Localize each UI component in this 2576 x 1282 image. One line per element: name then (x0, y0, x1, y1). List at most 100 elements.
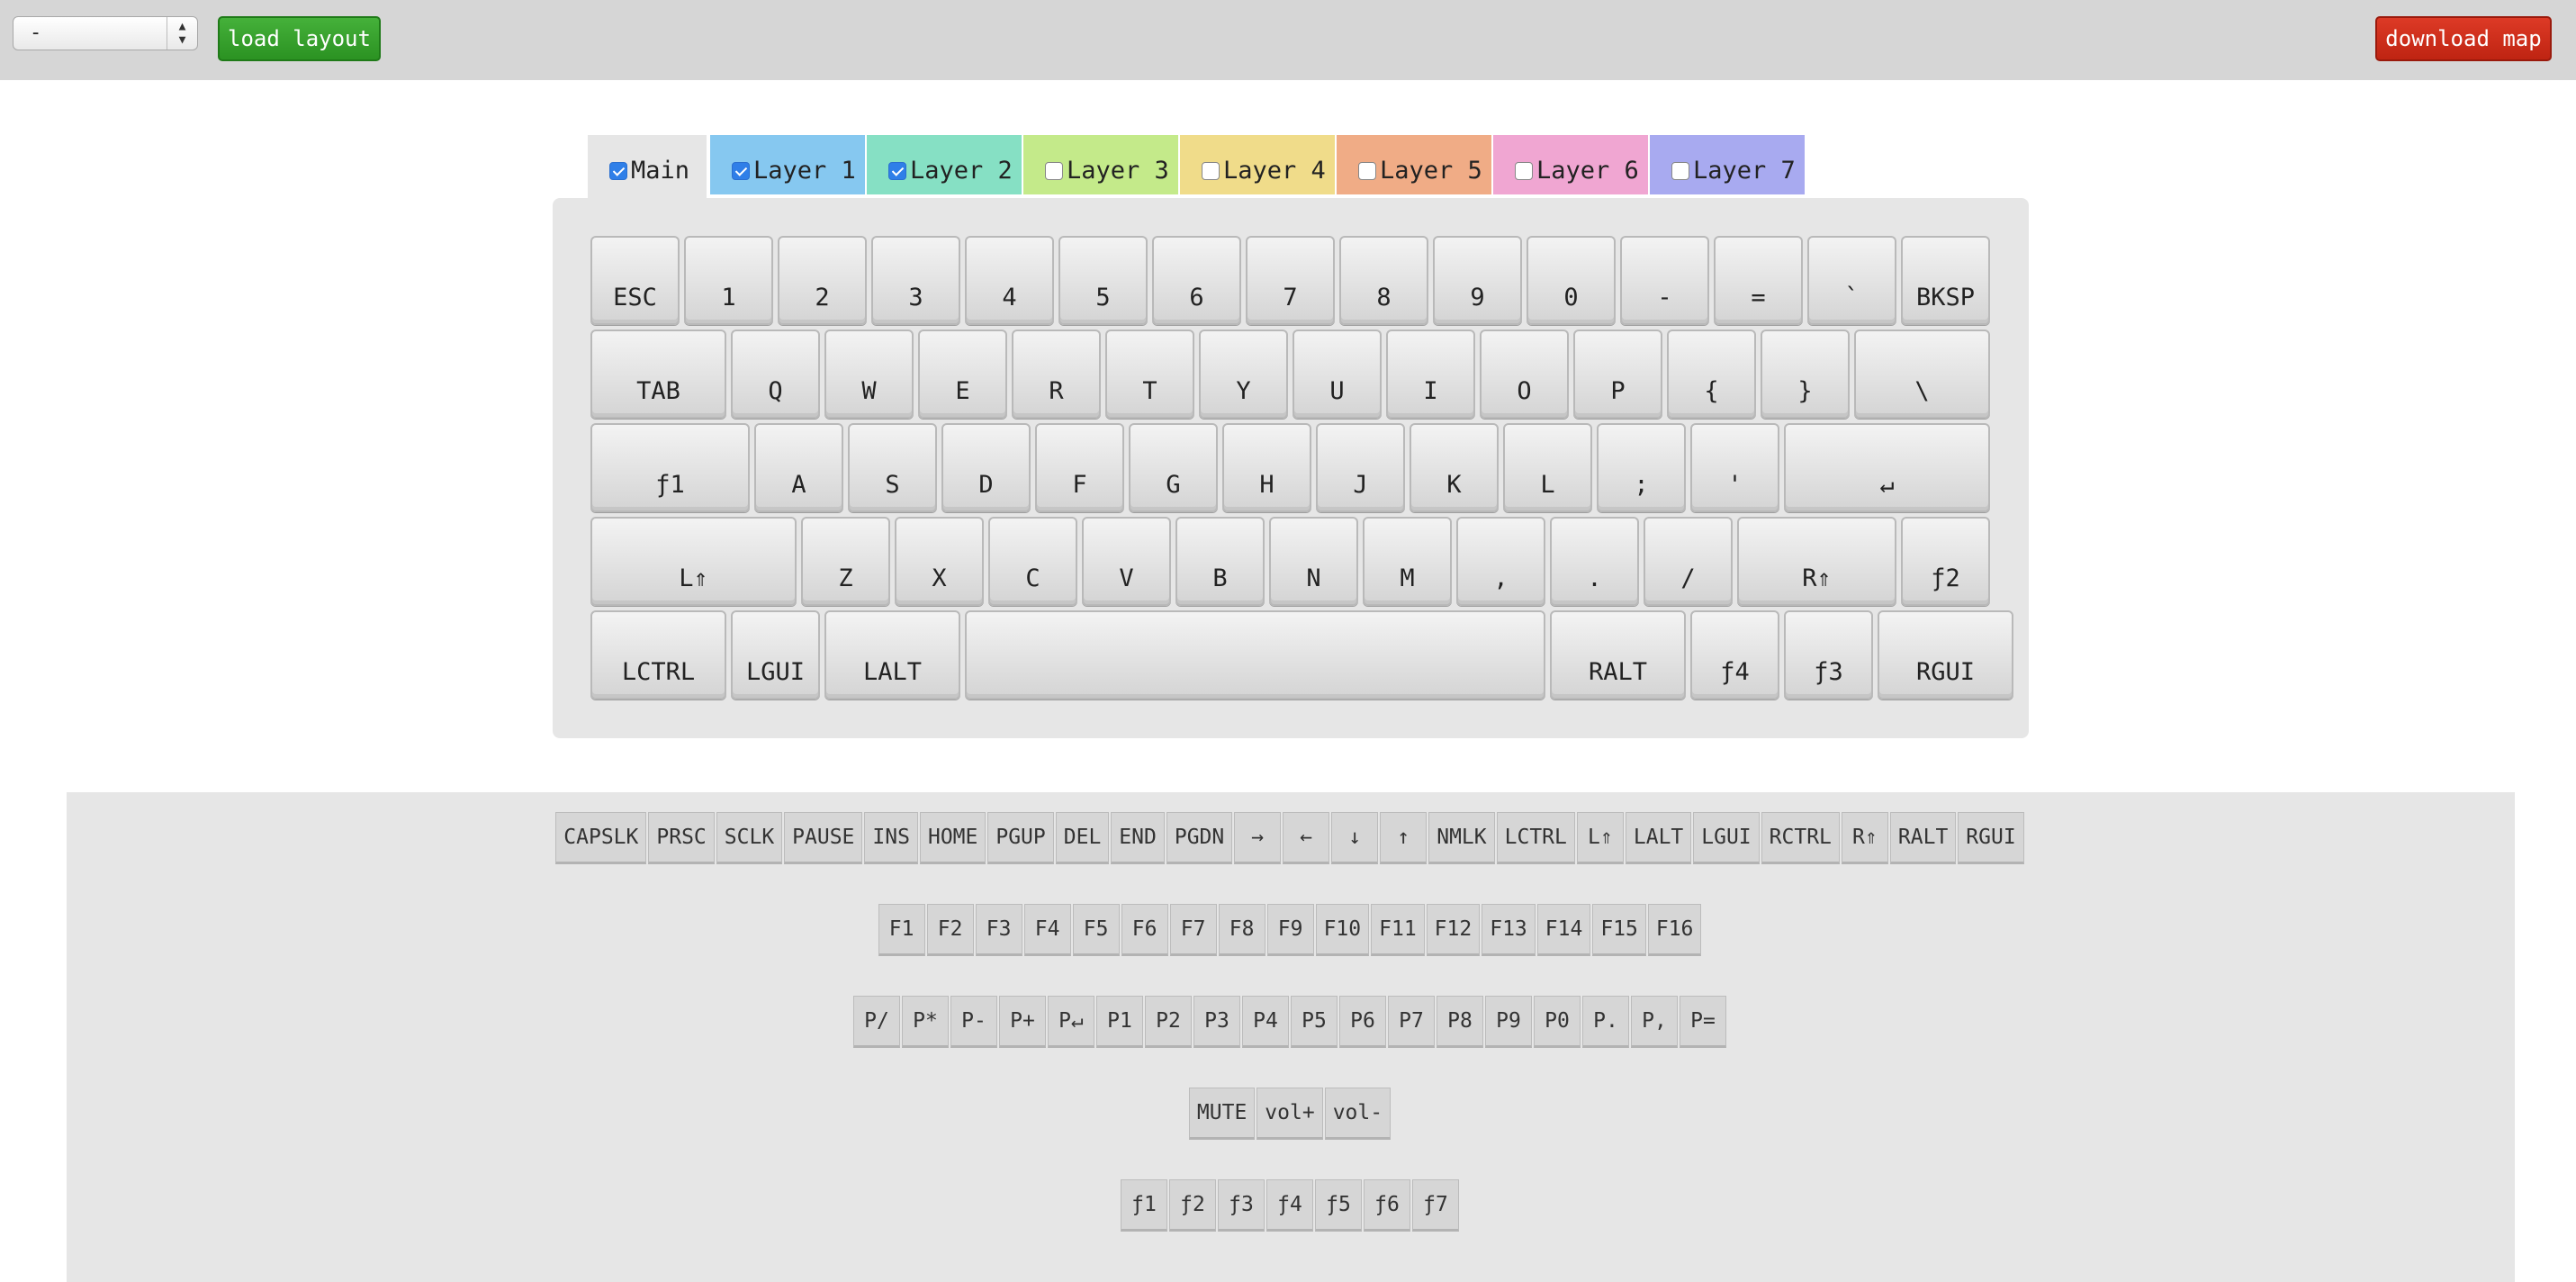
palette-key[interactable]: PGDN (1166, 812, 1233, 864)
download-map-button[interactable]: download map (2375, 16, 2552, 61)
palette-key[interactable]: L⇑ (1576, 812, 1624, 864)
key-bksp[interactable]: BKSP (1901, 236, 1990, 325)
key-k0-12[interactable]: = (1714, 236, 1803, 325)
key-9[interactable]: 9 (1433, 236, 1522, 325)
key-4[interactable]: 4 (965, 236, 1054, 325)
key-k3-9[interactable]: . (1550, 517, 1639, 606)
palette-key[interactable]: P3 (1193, 996, 1240, 1048)
palette-key[interactable]: P0 (1534, 996, 1581, 1048)
load-layout-button[interactable]: load layout (218, 16, 381, 61)
palette-key[interactable]: F9 (1266, 904, 1314, 956)
key-k3-10[interactable]: / (1644, 517, 1733, 606)
key-g[interactable]: G (1129, 423, 1218, 512)
palette-key[interactable]: RGUI (1958, 812, 2024, 864)
palette-key[interactable]: P+ (999, 996, 1046, 1048)
palette-key[interactable]: F2 (926, 904, 974, 956)
palette-key[interactable]: F6 (1121, 904, 1168, 956)
key-q[interactable]: Q (731, 330, 820, 419)
key-1[interactable]: 1 (684, 236, 773, 325)
key-u[interactable]: U (1293, 330, 1382, 419)
key-esc[interactable]: ESC (590, 236, 680, 325)
palette-key[interactable]: R⇑ (1841, 812, 1888, 864)
palette-key[interactable]: PGUP (987, 812, 1054, 864)
palette-key[interactable]: P7 (1388, 996, 1435, 1048)
key-y[interactable]: Y (1199, 330, 1288, 419)
palette-key[interactable]: P9 (1485, 996, 1532, 1048)
palette-key[interactable]: ↑ (1380, 812, 1428, 864)
palette-key[interactable]: F16 (1647, 904, 1702, 956)
key-n[interactable]: N (1269, 517, 1358, 606)
palette-key[interactable]: MUTE (1188, 1088, 1256, 1140)
palette-key[interactable]: END (1111, 812, 1165, 864)
key-f[interactable]: F (1035, 423, 1124, 512)
key-k1-13[interactable]: \ (1854, 330, 1990, 419)
palette-key[interactable]: F12 (1426, 904, 1481, 956)
key-i[interactable]: I (1386, 330, 1475, 419)
palette-key[interactable]: P5 (1291, 996, 1338, 1048)
key-e[interactable]: E (918, 330, 1007, 419)
palette-key[interactable]: P* (902, 996, 949, 1048)
key-4[interactable]: ƒ4 (1690, 610, 1779, 700)
tab-main[interactable]: Main (588, 135, 707, 198)
palette-key[interactable]: vol- (1324, 1088, 1392, 1140)
palette-key[interactable]: RCTRL (1761, 812, 1840, 864)
key-j[interactable]: J (1316, 423, 1405, 512)
layer-checkbox[interactable] (1515, 162, 1533, 180)
key-k2-11[interactable]: ' (1690, 423, 1779, 512)
key-6[interactable]: 6 (1152, 236, 1241, 325)
palette-key[interactable]: F15 (1592, 904, 1646, 956)
tab-layer-2[interactable]: Layer 2 (867, 135, 1022, 194)
tab-layer-6[interactable]: Layer 6 (1493, 135, 1648, 194)
key-z[interactable]: Z (801, 517, 890, 606)
key-5[interactable]: 5 (1058, 236, 1148, 325)
palette-key[interactable]: P/ (853, 996, 900, 1048)
palette-key[interactable]: PRSC (648, 812, 715, 864)
key-p[interactable]: P (1573, 330, 1662, 419)
key-v[interactable]: V (1082, 517, 1171, 606)
key-lctrl[interactable]: LCTRL (590, 610, 726, 700)
layer-checkbox[interactable] (732, 162, 750, 180)
palette-key[interactable]: F14 (1536, 904, 1591, 956)
tab-layer-7[interactable]: Layer 7 (1650, 135, 1805, 194)
palette-key[interactable]: DEL (1055, 812, 1110, 864)
key-k1-11[interactable]: { (1667, 330, 1756, 419)
palette-key[interactable]: P6 (1339, 996, 1386, 1048)
key-8[interactable]: 8 (1339, 236, 1428, 325)
key-0[interactable]: 0 (1527, 236, 1616, 325)
key-k0-11[interactable]: - (1620, 236, 1709, 325)
key-m[interactable]: M (1363, 517, 1452, 606)
key-lalt[interactable]: LALT (824, 610, 960, 700)
key-1[interactable]: ƒ1 (590, 423, 750, 512)
palette-key[interactable]: ƒ3 (1218, 1179, 1265, 1232)
palette-key[interactable]: CAPSLK (555, 812, 647, 864)
key-2[interactable]: 2 (778, 236, 867, 325)
palette-key[interactable]: F10 (1315, 904, 1370, 956)
layer-checkbox[interactable] (609, 162, 627, 180)
palette-key[interactable]: ↓ (1331, 812, 1379, 864)
palette-key[interactable]: LALT (1625, 812, 1692, 864)
layer-checkbox[interactable] (888, 162, 906, 180)
key-k2-12[interactable]: ↵ (1784, 423, 1990, 512)
key-7[interactable]: 7 (1246, 236, 1335, 325)
key-o[interactable]: O (1480, 330, 1569, 419)
key-lgui[interactable]: LGUI (731, 610, 820, 700)
key-c[interactable]: C (988, 517, 1077, 606)
palette-key[interactable]: P1 (1096, 996, 1143, 1048)
key-ralt[interactable]: RALT (1550, 610, 1686, 700)
key-k2-10[interactable]: ; (1597, 423, 1686, 512)
layer-checkbox[interactable] (1358, 162, 1376, 180)
palette-key[interactable]: LCTRL (1496, 812, 1575, 864)
palette-key[interactable]: SCLK (716, 812, 783, 864)
key-l[interactable]: L⇑ (590, 517, 797, 606)
palette-key[interactable]: PAUSE (784, 812, 863, 864)
key-3[interactable]: ƒ3 (1784, 610, 1873, 700)
palette-key[interactable]: vol+ (1256, 1088, 1323, 1140)
key-w[interactable]: W (824, 330, 914, 419)
key-k[interactable]: K (1410, 423, 1499, 512)
tab-layer-4[interactable]: Layer 4 (1180, 135, 1335, 194)
palette-key[interactable]: F3 (975, 904, 1022, 956)
key-x[interactable]: X (895, 517, 984, 606)
palette-key[interactable]: P↵ (1048, 996, 1094, 1048)
palette-key[interactable]: P= (1680, 996, 1726, 1048)
palette-key[interactable]: ƒ4 (1266, 1179, 1313, 1232)
